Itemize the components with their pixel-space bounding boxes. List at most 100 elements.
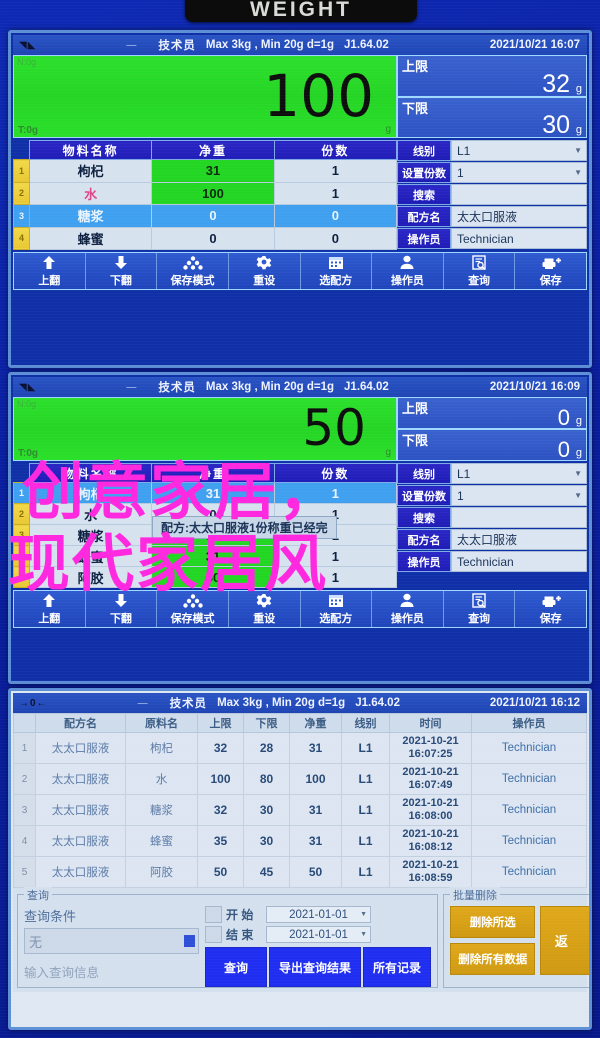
statusbar-spec-1: Max 3kg , Min 20g d=1g [205, 39, 335, 51]
table-row[interactable]: 4 太太口服液 蜂蜜 35 30 31 L1 2021-10-21 16:08:12 Techni… [13, 825, 587, 857]
statusbar-operator-3: 技术员 [169, 698, 208, 710]
toolbar-button-选配方[interactable]: 选配方 [301, 591, 373, 627]
recipe-table-header-1: 物料名称 净重 份数 [14, 140, 397, 160]
toolbar-button-操作员[interactable]: 操作员 [372, 253, 444, 289]
control-label-4[interactable]: 操作员 [396, 228, 451, 249]
cell-net-weight: 50 [289, 856, 342, 888]
chevron-down-icon[interactable]: ▼ [574, 168, 582, 177]
user-icon [399, 254, 415, 271]
control-field-1[interactable]: 1 ▼ [450, 162, 587, 183]
query-input-placeholder[interactable]: 输入查询信息 [24, 962, 199, 981]
row-index: 1 [13, 732, 36, 764]
chevron-down-icon[interactable]: ▼ [574, 469, 582, 478]
control-field-4[interactable]: Technician [450, 228, 587, 249]
delete-all-button[interactable]: 删除所有数据 [450, 943, 536, 975]
dropdown-button-icon[interactable] [184, 935, 195, 947]
table-row[interactable]: 3 太太口服液 糖浆 32 30 31 L1 2021-10-21 16:08:00 Techni… [13, 794, 587, 826]
query-button[interactable]: 查询 [205, 947, 267, 987]
table-row[interactable]: 4 蜂蜜 31 1 [13, 545, 397, 567]
control-field-2[interactable] [450, 507, 587, 528]
cell-material-name: 糖浆 [125, 794, 198, 826]
weight-display-1: N:0g 100 g T:0g [13, 55, 397, 138]
cell-line: L1 [341, 763, 390, 795]
export-results-button[interactable]: 导出查询结果 [269, 947, 361, 987]
control-field-0[interactable]: L1 ▼ [450, 463, 587, 484]
chevron-down-icon[interactable]: ▼ [574, 146, 582, 155]
end-date-field[interactable]: 2021-01-01 ▼ [266, 926, 371, 943]
toolbar-button-保存模式[interactable]: 保存模式 [157, 591, 229, 627]
cell-timestamp: 2021-10-21 16:08:12 [389, 825, 472, 857]
toolbar-button-保存[interactable]: 保存 [515, 591, 586, 627]
toolbar-button-查询[interactable]: 查询 [444, 253, 516, 289]
control-label-0[interactable]: 线别 [396, 463, 451, 484]
toolbar-button-label: 下翻 [109, 275, 132, 287]
control-label-2[interactable]: 搜索 [396, 184, 451, 205]
gear-icon [256, 254, 272, 271]
lower-limit-value-2: 0 [557, 437, 570, 462]
query-condition-select[interactable]: 无 [24, 928, 199, 954]
control-label-4[interactable]: 操作员 [396, 551, 451, 572]
table-row[interactable]: 5 太太口服液 阿胶 50 45 50 L1 2021-10-21 16:08:59 Techni… [13, 856, 587, 888]
table-row[interactable]: 4 蜂蜜 0 0 [13, 226, 397, 250]
control-label-1[interactable]: 设置份数 [396, 485, 451, 506]
toolbar-button-重设[interactable]: 重设 [229, 591, 301, 627]
all-records-button[interactable]: 所有记录 [363, 947, 431, 987]
table-row[interactable]: 1 太太口服液 枸杞 32 28 31 L1 2021-10-21 16:07:25 Techni… [13, 732, 587, 764]
toolbar-button-下翻[interactable]: 下翻 [86, 591, 158, 627]
toolbar-button-label: 重设 [253, 613, 276, 625]
statusbar-3: →0← — 技术员 Max 3kg , Min 20g d=1g J1.64.0… [13, 693, 587, 713]
start-date-checkbox[interactable] [205, 906, 222, 923]
control-value-4: Technician [456, 554, 514, 569]
search-doc-icon [471, 592, 487, 609]
statusbar-datetime-1: 2021/10/21 16:07 [489, 39, 580, 51]
layers-icon [182, 254, 203, 271]
control-field-0[interactable]: L1 ▼ [450, 140, 587, 161]
toolbar-button-选配方[interactable]: 选配方 [301, 253, 373, 289]
toolbar-button-操作员[interactable]: 操作员 [372, 591, 444, 627]
control-field-4[interactable]: Technician [450, 551, 587, 572]
cell-net-weight: 100 [151, 181, 275, 205]
toolbar-button-保存[interactable]: 保存 [515, 253, 586, 289]
weight-value-1: 100 [263, 61, 374, 130]
control-field-3[interactable]: 太太口服液 [450, 206, 587, 227]
chevron-down-icon[interactable]: ▼ [574, 491, 582, 500]
records-col-operator: 操作员 [471, 713, 587, 733]
table-row[interactable]: 3 糖浆 0 0 [13, 204, 397, 228]
table-row[interactable]: 2 太太口服液水 100 80 100 L1 2021-10-21 16:07:49 Techn… [13, 763, 587, 795]
toolbar-button-重设[interactable]: 重设 [229, 253, 301, 289]
batch-delete-group: 批量删除 删除所选 删除所有数据 返 回 [443, 887, 589, 988]
control-label-0[interactable]: 线别 [396, 140, 451, 161]
delete-selected-button[interactable]: 删除所选 [450, 906, 536, 938]
control-label-1[interactable]: 设置份数 [396, 162, 451, 183]
stable-indicator-icon-2: ◥◣ [19, 381, 37, 393]
cell-material-name: 水 [28, 181, 153, 205]
weight-display-2: N:0g 50 g T:0g [13, 397, 397, 461]
table-row[interactable]: 1 枸杞 31 1 [13, 159, 397, 183]
table-row[interactable]: 2 水 100 1 [13, 181, 397, 205]
control-field-3[interactable]: 太太口服液 [450, 529, 587, 550]
toolbar-button-上翻[interactable]: 上翻 [14, 253, 86, 289]
toolbar-button-保存模式[interactable]: 保存模式 [157, 253, 229, 289]
cell-net-weight: 31 [289, 825, 342, 857]
control-label-3[interactable]: 配方名 [396, 206, 451, 227]
control-row-操作员: 操作员 Technician [396, 228, 587, 249]
start-date-field[interactable]: 2021-01-01 ▼ [266, 906, 371, 923]
control-row-配方名: 配方名 太太口服液 [396, 206, 587, 227]
toolbar-button-上翻[interactable]: 上翻 [14, 591, 86, 627]
toast-message: 配方:太太口服液1份称重已经完 [152, 516, 337, 539]
control-label-2[interactable]: 搜索 [396, 507, 451, 528]
control-field-2[interactable] [450, 184, 587, 205]
chevron-down-icon-2[interactable]: ▼ [360, 931, 367, 938]
cell-quantity: 0 [273, 226, 397, 250]
control-label-3[interactable]: 配方名 [396, 529, 451, 550]
table-row[interactable]: 1 枸杞 31 1 [13, 482, 397, 504]
upper-limit-value-2: 0 [557, 405, 570, 430]
table-row[interactable]: 5 阿胶 50 1 [13, 566, 397, 588]
control-field-1[interactable]: 1 ▼ [450, 485, 587, 506]
toolbar-button-下翻[interactable]: 下翻 [86, 253, 158, 289]
chevron-down-icon[interactable]: ▼ [360, 911, 367, 918]
toolbar-button-查询[interactable]: 查询 [444, 591, 516, 627]
row-index: 3 [13, 524, 30, 546]
back-button[interactable]: 返 回 [540, 906, 589, 975]
end-date-checkbox[interactable] [205, 926, 222, 943]
